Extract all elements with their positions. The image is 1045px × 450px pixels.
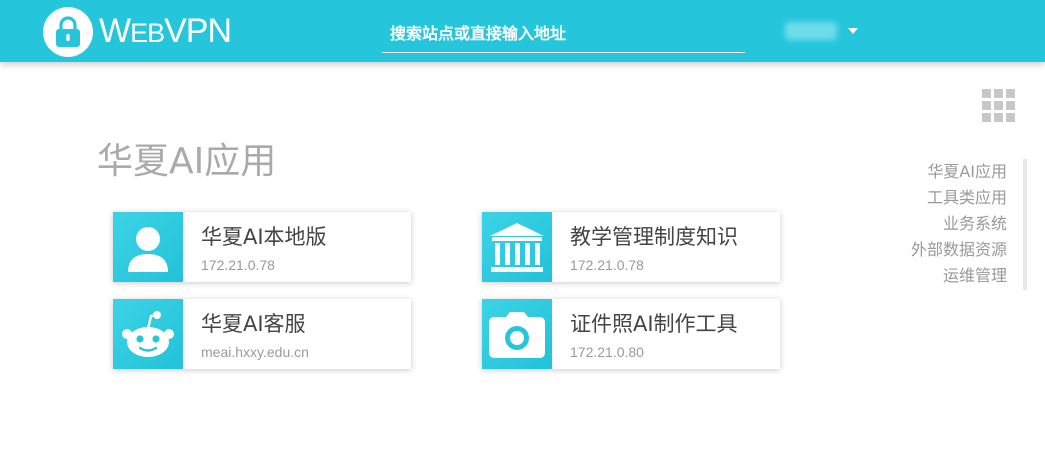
category-nav-item-tools[interactable]: 工具类应用 [880,185,1023,211]
card-icon-tile [482,299,552,369]
card-title: 华夏AI客服 [201,312,306,336]
user-menu[interactable] [785,20,859,42]
app-card-local[interactable]: 华夏AI本地版 172.21.0.78 [113,212,411,282]
app-card-teaching-rules[interactable]: 教学管理制度知识 172.21.0.78 [482,212,780,282]
card-address: 172.21.0.78 [570,257,644,273]
grid-icon[interactable] [982,89,1016,123]
user-icon [128,227,168,272]
card-icon-tile [113,299,183,369]
card-icon-tile [482,212,552,282]
card-title: 教学管理制度知识 [570,225,738,249]
robot-icon [122,311,174,357]
logo-text-prefix: W [99,12,131,50]
camera-icon [489,312,545,358]
lock-icon [56,16,80,47]
section-title: 华夏AI应用 [97,141,277,182]
category-nav-item-ops[interactable]: 运维管理 [880,263,1023,289]
category-nav: 华夏AI应用 工具类应用 业务系统 外部数据资源 运维管理 [880,159,1027,290]
category-nav-item-external-data[interactable]: 外部数据资源 [880,237,1023,263]
search-box [382,14,745,53]
logo-wordmark[interactable]: WEBVPN [99,11,232,53]
logo-text-mid: EB [130,18,165,48]
search-input[interactable] [382,20,745,46]
category-nav-item-business[interactable]: 业务系统 [880,211,1023,237]
card-icon-tile [113,212,183,282]
card-address: 172.21.0.78 [201,257,275,273]
card-address: 172.21.0.80 [570,344,644,360]
category-nav-item-huaxia-ai[interactable]: 华夏AI应用 [880,159,1023,185]
top-bar: WEBVPN [0,0,1045,62]
app-card-id-photo-tool[interactable]: 证件照AI制作工具 172.21.0.80 [482,299,780,369]
card-title: 华夏AI本地版 [201,225,327,249]
logo-text-suffix: VPN [164,12,232,50]
caret-down-icon[interactable] [848,27,859,34]
logo-badge[interactable] [43,7,93,57]
card-title: 证件照AI制作工具 [570,312,738,336]
card-address: meai.hxxy.edu.cn [201,344,309,360]
user-name-blurred[interactable] [785,21,837,40]
app-card-customer-service[interactable]: 华夏AI客服 meai.hxxy.edu.cn [113,299,411,369]
bank-building-icon [490,223,544,272]
